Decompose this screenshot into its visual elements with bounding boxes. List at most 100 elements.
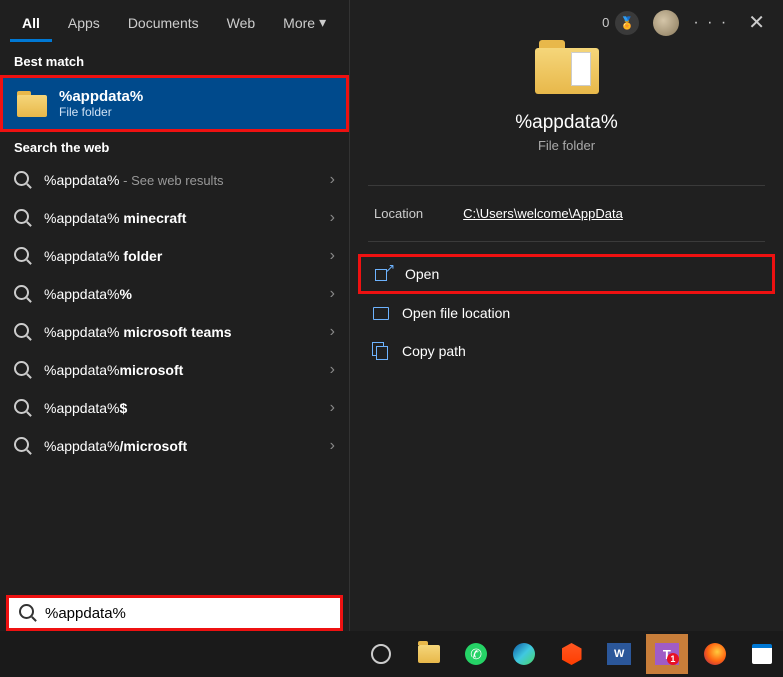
web-result-suffix: /microsoft [120,438,188,454]
rewards-icon: 🏅 [615,11,639,35]
web-result-suffix: % [120,286,132,302]
edge-icon [513,643,535,665]
location-label: Location [374,206,423,221]
web-result[interactable]: %appdata%microsoft › [0,351,349,389]
brave-button[interactable] [551,634,593,674]
more-options-button[interactable]: · · · [693,14,728,32]
chevron-down-icon: ▾ [319,14,326,31]
cortana-button[interactable] [360,634,402,674]
web-result-hint: - See web results [120,173,224,188]
web-result[interactable]: %appdata% microsoft teams › [0,313,349,351]
search-tabs: All Apps Documents Web More ▾ [0,0,349,46]
web-result-prefix: %appdata% [44,438,120,454]
chevron-right-icon[interactable]: › [330,285,335,303]
best-match-result[interactable]: %appdata% File folder [0,75,349,132]
search-icon [14,209,32,227]
action-open[interactable]: Open [358,254,775,294]
chevron-right-icon[interactable]: › [330,399,335,417]
search-icon [14,361,32,379]
action-label: Copy path [402,343,466,359]
web-result-suffix: minecraft [123,210,186,226]
tab-apps[interactable]: Apps [56,5,112,42]
calendar-icon [752,644,772,664]
divider [368,185,765,186]
firefox-button[interactable] [694,634,736,674]
web-result[interactable]: %appdata%$ › [0,389,349,427]
search-icon [19,604,37,622]
action-open-location[interactable]: Open file location [350,294,783,332]
search-bar[interactable] [6,595,343,631]
web-result-prefix: %appdata% [44,362,120,378]
taskbar: ✆ W T1 [0,631,783,677]
web-result-prefix: %appdata% [44,286,120,302]
action-label: Open file location [402,305,510,321]
whatsapp-button[interactable]: ✆ [455,634,497,674]
web-result-prefix: %appdata% [44,324,123,340]
file-explorer-icon [418,645,440,663]
rewards-count[interactable]: 0 🏅 [602,11,639,35]
tab-web[interactable]: Web [215,5,268,42]
search-web-header: Search the web [0,132,349,161]
teams-icon: T1 [655,643,679,665]
web-result-prefix: %appdata% [44,172,120,188]
chevron-right-icon[interactable]: › [330,171,335,189]
divider [368,241,765,242]
search-icon [14,323,32,341]
chevron-right-icon[interactable]: › [330,361,335,379]
action-label: Open [405,266,439,282]
chevron-right-icon[interactable]: › [330,323,335,341]
user-avatar[interactable] [653,10,679,36]
word-icon: W [607,643,631,665]
folder-open-icon [372,304,390,322]
preview-title: %appdata% [350,112,783,134]
web-result-suffix: microsoft [120,362,184,378]
calendar-button[interactable] [741,634,783,674]
folder-icon [17,91,47,117]
notification-badge: 1 [667,653,679,665]
file-explorer-button[interactable] [408,634,450,674]
close-button[interactable]: ✕ [742,8,771,37]
chevron-right-icon[interactable]: › [330,247,335,265]
web-result[interactable]: %appdata%/microsoft › [0,427,349,465]
whatsapp-icon: ✆ [465,643,487,665]
web-result[interactable]: %appdata% - See web results › [0,161,349,199]
action-copy-path[interactable]: Copy path [350,332,783,370]
tab-all[interactable]: All [10,5,52,42]
preview-pane: %appdata% File folder Location C:\Users\… [349,0,783,631]
search-icon [14,399,32,417]
edge-button[interactable] [503,634,545,674]
search-input[interactable] [45,605,330,622]
brave-icon [562,643,582,665]
web-result[interactable]: %appdata%% › [0,275,349,313]
teams-button[interactable]: T1 [646,634,688,674]
word-button[interactable]: W [598,634,640,674]
web-result[interactable]: %appdata% minecraft › [0,199,349,237]
best-match-subtitle: File folder [59,105,143,119]
search-icon [14,171,32,189]
search-icon [14,285,32,303]
tab-documents[interactable]: Documents [116,5,211,42]
folder-icon [535,40,599,94]
preview-subtitle: File folder [350,138,783,153]
cortana-icon [371,644,391,664]
web-result-suffix: microsoft teams [123,324,231,340]
web-result-prefix: %appdata% [44,400,120,416]
web-result-prefix: %appdata% [44,248,123,264]
copy-icon [372,342,390,360]
web-result-prefix: %appdata% [44,210,123,226]
web-result-suffix: $ [120,400,128,416]
rewards-number: 0 [602,15,609,30]
open-icon [375,265,393,283]
best-match-title: %appdata% [59,88,143,105]
location-link[interactable]: C:\Users\welcome\AppData [463,206,623,221]
search-icon [14,437,32,455]
tab-more[interactable]: More ▾ [271,4,338,42]
firefox-icon [704,643,726,665]
web-result-suffix: folder [123,248,162,264]
chevron-right-icon[interactable]: › [330,209,335,227]
chevron-right-icon[interactable]: › [330,437,335,455]
search-icon [14,247,32,265]
best-match-header: Best match [0,46,349,75]
web-result[interactable]: %appdata% folder › [0,237,349,275]
tab-more-label: More [283,15,315,31]
